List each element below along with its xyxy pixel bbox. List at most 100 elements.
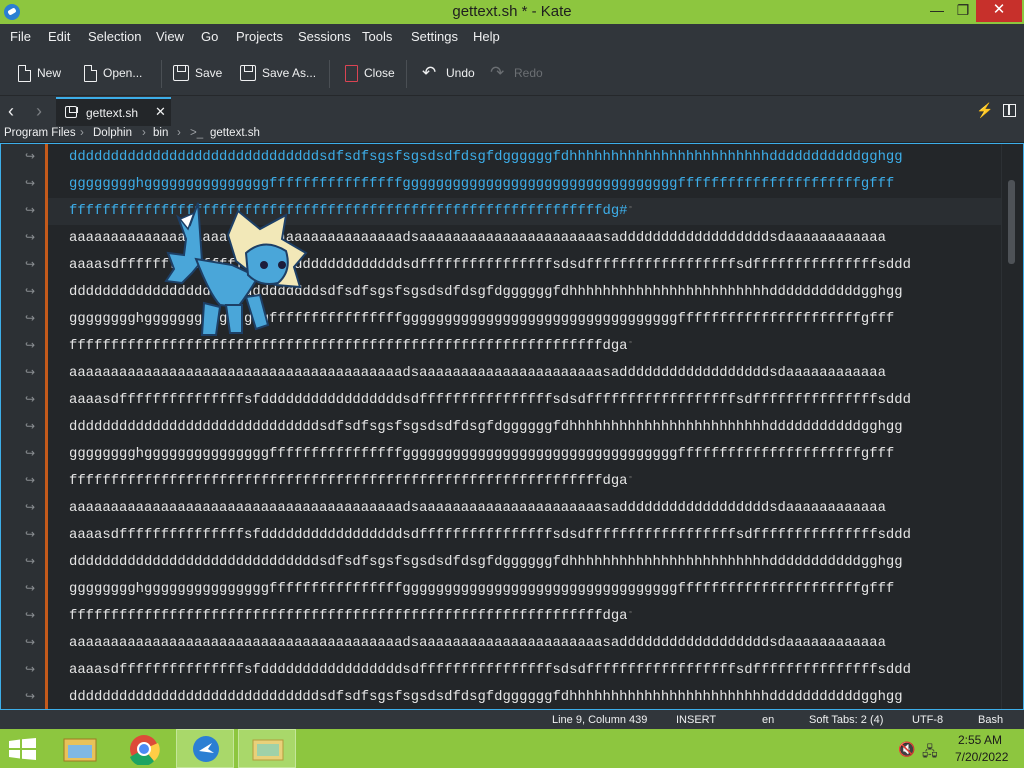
start-windows-icon[interactable] (8, 738, 38, 760)
open-button[interactable]: Open... (84, 62, 142, 84)
toolbar-separator (161, 60, 162, 88)
scrollbar-thumb[interactable] (1008, 180, 1015, 264)
folder-icon (252, 739, 284, 761)
file-explorer-icon[interactable] (60, 733, 100, 765)
code-line[interactable]: ddddddddddddddddddddddddddddddsdfsdfsgsf… (69, 686, 1001, 708)
wrap-indicator-icon: ↪ (25, 284, 36, 298)
maximize-button[interactable]: ❐ (946, 0, 980, 22)
vertical-scrollbar[interactable] (1001, 144, 1023, 709)
dictionary-language[interactable]: en (762, 714, 774, 726)
breadcrumb-item[interactable]: Program Files (4, 127, 76, 139)
close-window-button[interactable]: ✕ (976, 0, 1022, 22)
cursor-position[interactable]: Line 9, Column 439 (552, 714, 647, 726)
wrap-indicator-icon: ↪ (25, 581, 36, 595)
line-end-marker-icon: ˚ (627, 612, 634, 623)
menu-go[interactable]: Go (201, 29, 218, 44)
menu-settings[interactable]: Settings (411, 29, 458, 44)
quick-open-icon[interactable]: ⚡ (976, 102, 993, 119)
code-line-text: gggggggghgggggggggggggggffffffffffffffff… (69, 581, 895, 597)
wrap-indicator-icon: ↪ (25, 203, 36, 217)
file-encoding[interactable]: UTF-8 (912, 714, 943, 726)
code-line[interactable]: ddddddddddddddddddddddddddddddsdfsdfsgsf… (69, 551, 1001, 573)
save-as-button[interactable]: Save As... (240, 62, 316, 84)
title-bar: gettext.sh * - Kate — ❐ ✕ (0, 0, 1024, 24)
windows-taskbar: 🔇 🖧 2:55 AM 7/20/2022 (0, 729, 1024, 768)
code-line[interactable]: ddddddddddddddddddddddddddddddsdfsdfsgsf… (69, 146, 1001, 168)
code-line[interactable]: ffffffffffffffffffffffffffffffffffffffff… (69, 605, 1001, 627)
redo-icon: ↷ (490, 63, 505, 82)
code-line-text: aaaaaaaaaaaaaaaaaaaaaaaaaaaaaaaaaaaaaaaa… (69, 500, 886, 516)
clock-date[interactable]: 7/20/2022 (955, 750, 1008, 764)
network-icon[interactable]: 🖧 (922, 741, 938, 759)
editor-view[interactable]: ↪ ↪ ↪ ↪ ↪ ↪ ↪ ↪ ↪ ↪ ↪ ↪ ↪ ↪ ↪ ↪ ↪ ↪ ↪ ↪ ↪ dddddddddddddddddd… (0, 143, 1024, 710)
menu-view[interactable]: View (156, 29, 184, 44)
line-gutter[interactable]: ↪ ↪ ↪ ↪ ↪ ↪ ↪ ↪ ↪ ↪ ↪ ↪ ↪ ↪ ↪ ↪ ↪ ↪ ↪ ↪ ↪ (1, 144, 45, 709)
status-bar: Line 9, Column 439 INSERT en Soft Tabs: … (0, 710, 1024, 730)
code-line[interactable]: ddddddddddddddddddddddddddddddsdfsdfsgsf… (69, 416, 1001, 438)
code-line[interactable]: gggggggghgggggggggggggggffffffffffffffff… (69, 443, 1001, 465)
menu-edit[interactable]: Edit (48, 29, 70, 44)
back-icon[interactable]: ‹ (8, 101, 14, 122)
breadcrumb-item[interactable]: bin (153, 127, 168, 139)
code-line[interactable]: aaaasdfffffffffffffffsfddddddddddddddddd… (69, 524, 1001, 546)
redo-button[interactable]: ↷ Redo (490, 62, 543, 84)
code-line[interactable]: ffffffffffffffffffffffffffffffffffffffff… (69, 470, 1001, 492)
new-label: New (37, 66, 62, 80)
wrap-indicator-icon: ↪ (25, 500, 36, 514)
breadcrumb-item[interactable]: Dolphin (93, 127, 132, 139)
code-line[interactable]: aaaaaaaaaaaaaaaaaaaaaaaaaaaaaaaaaaaaaaaa… (69, 362, 1001, 384)
redo-label: Redo (514, 66, 543, 80)
new-document-icon (18, 64, 31, 82)
wrap-indicator-icon: ↪ (25, 662, 36, 676)
toolbar-separator (406, 60, 407, 88)
code-line[interactable]: aaaaaaaaaaaaaaaaaaaaaaaaaaaaaaaaaaaaaaaa… (69, 632, 1001, 654)
save-as-label: Save As... (262, 66, 317, 80)
new-button[interactable]: New (18, 62, 61, 84)
wrap-indicator-icon: ↪ (25, 230, 36, 244)
wrap-indicator-icon: ↪ (25, 635, 36, 649)
menu-projects[interactable]: Projects (236, 29, 283, 44)
syntax-mode[interactable]: Bash (978, 714, 1003, 726)
tab-close-icon[interactable]: ✕ (155, 104, 166, 120)
wrap-indicator-icon: ↪ (25, 554, 36, 568)
code-line-text: aaaasdfffffffffffffffsfddddddddddddddddd… (69, 527, 911, 543)
wrap-indicator-icon: ↪ (25, 419, 36, 433)
tab-label: gettext.sh (86, 106, 139, 120)
menu-sessions[interactable]: Sessions (298, 29, 351, 44)
kate-taskbar-icon (193, 736, 219, 762)
code-line[interactable]: aaaasdfffffffffffffffsfddddddddddddddddd… (69, 659, 1001, 681)
breadcrumb-item[interactable]: gettext.sh (210, 127, 260, 139)
wrap-indicator-icon: ↪ (25, 689, 36, 703)
save-button[interactable]: Save (173, 62, 222, 84)
taskbar-kate-button[interactable] (176, 729, 234, 768)
taskbar-folder-button[interactable] (238, 729, 296, 768)
volume-muted-icon[interactable]: 🔇 (898, 741, 915, 757)
undo-button[interactable]: ↶ Undo (422, 62, 475, 84)
menu-help[interactable]: Help (473, 29, 500, 44)
code-line-text: gggggggghgggggggggggggggffffffffffffffff… (69, 446, 895, 462)
code-line[interactable]: aaaaaaaaaaaaaaaaaaaaaaaaaaaaaaaaaaaaaaaa… (69, 497, 1001, 519)
input-mode[interactable]: INSERT (676, 714, 716, 726)
wrap-indicator-icon: ↪ (25, 365, 36, 379)
chrome-browser-icon[interactable] (126, 733, 162, 765)
code-line[interactable]: aaaasdfffffffffffffffsfddddddddddddddddd… (69, 389, 1001, 411)
wrap-indicator-icon: ↪ (25, 338, 36, 352)
code-line[interactable]: gggggggghgggggggggggggggffffffffffffffff… (69, 173, 1001, 195)
close-document-button[interactable]: Close (345, 62, 395, 84)
breadcrumb-separator-icon: › (142, 127, 146, 139)
clock-time[interactable]: 2:55 AM (958, 733, 1002, 747)
indentation-settings[interactable]: Soft Tabs: 2 (4) (809, 714, 883, 726)
close-label: Close (364, 66, 395, 80)
wrap-indicator-icon: ↪ (25, 527, 36, 541)
menu-tools[interactable]: Tools (362, 29, 392, 44)
tab-gettext-sh[interactable]: gettext.sh ✕ (56, 97, 171, 126)
document-saved-icon (65, 106, 78, 118)
line-end-marker-icon: ˚ (627, 207, 634, 218)
wrap-indicator-icon: ↪ (25, 311, 36, 325)
menu-selection[interactable]: Selection (88, 29, 141, 44)
menu-file[interactable]: File (10, 29, 31, 44)
code-line-text: ddddddddddddddddddddddddddddddsdfsdfsgsf… (69, 419, 903, 435)
code-line[interactable]: gggggggghgggggggggggggggffffffffffffffff… (69, 578, 1001, 600)
forward-icon[interactable]: › (36, 101, 42, 122)
split-view-icon[interactable] (1003, 104, 1016, 117)
